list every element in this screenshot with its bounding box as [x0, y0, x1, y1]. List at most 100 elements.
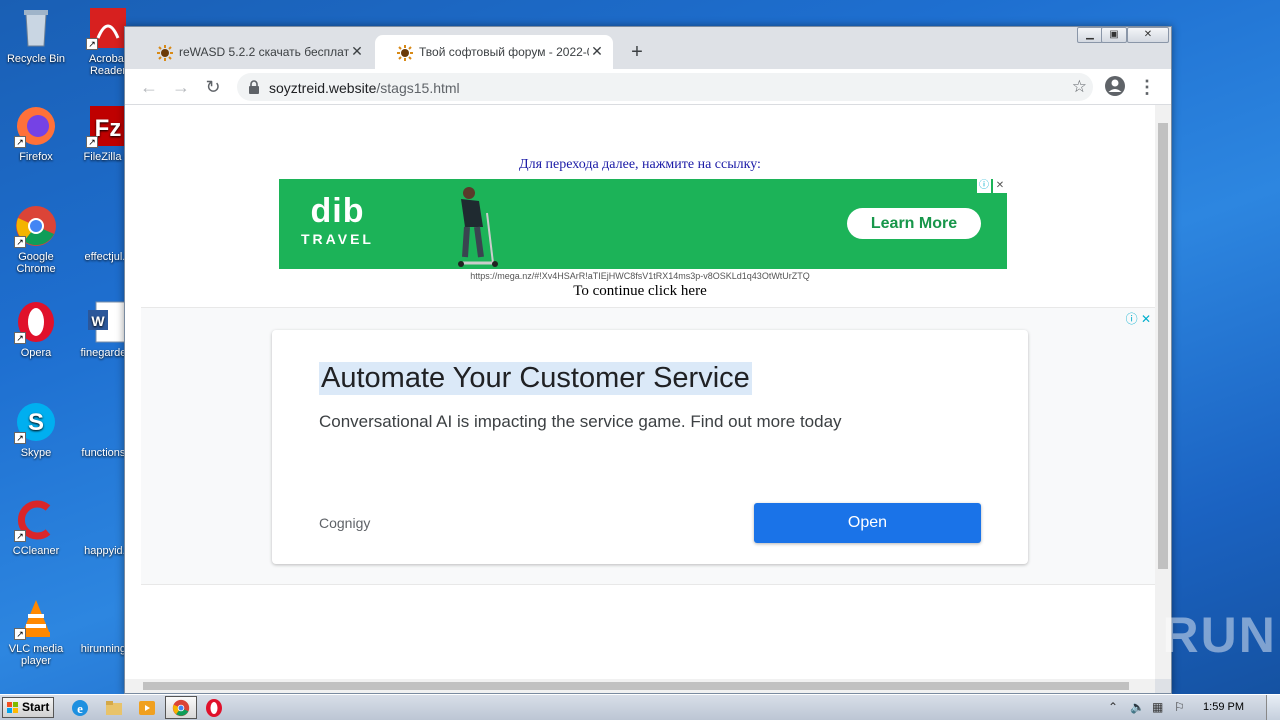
scrollbar-thumb[interactable]	[1158, 123, 1168, 569]
chrome-icon: ↗	[14, 204, 58, 248]
lock-icon	[249, 80, 259, 94]
close-tab-icon[interactable]: ✕	[349, 43, 365, 59]
ad-open-button[interactable]: Open	[754, 503, 981, 543]
desktop-icon-firefox[interactable]: ↗ Firefox	[0, 104, 72, 163]
start-button[interactable]: Start	[2, 697, 54, 718]
shortcut-arrow-icon: ↗	[14, 530, 26, 542]
maximize-button[interactable]: ▣	[1101, 27, 1127, 43]
tab-strip: reWASD 5.2.2 скачать бесплатно ✕ Твой со…	[125, 27, 1171, 69]
desktop-icon-label: Opera	[20, 347, 52, 359]
display-ad-frame: ⓘ ✕ Automate Your Customer Service Conve…	[141, 307, 1155, 585]
logo-sub: TRAVEL	[301, 231, 374, 247]
windows-flag-icon	[7, 702, 18, 713]
bookmark-star-icon[interactable]: ☆	[1072, 77, 1087, 97]
url-path: /stags15.html	[376, 80, 460, 96]
menu-kebab-icon[interactable]: ⋮	[1135, 75, 1159, 99]
tab-title: reWASD 5.2.2 скачать бесплатно	[179, 45, 349, 59]
horizontal-scrollbar[interactable]	[125, 679, 1155, 693]
sun-favicon-icon	[397, 45, 413, 61]
ad-headline[interactable]: Automate Your Customer Service	[319, 362, 752, 395]
opera-icon[interactable]	[204, 698, 224, 718]
minimize-button[interactable]: ▁	[1077, 27, 1103, 43]
tab-title: Твой софтовый форум - 2022-02-1	[419, 45, 589, 59]
learn-more-button[interactable]: Learn More	[847, 208, 981, 239]
desktop-icon-label: CCleaner	[12, 545, 60, 557]
network-icon[interactable]: ▦	[1152, 700, 1163, 714]
opera-icon: ↗	[14, 300, 58, 344]
shortcut-arrow-icon: ↗	[86, 38, 98, 50]
skype-icon: S ↗	[14, 400, 58, 444]
chrome-icon	[172, 699, 190, 717]
shortcut-arrow-icon: ↗	[14, 432, 26, 444]
continue-link[interactable]: To continue click here	[125, 283, 1155, 300]
ad-close-icon[interactable]: ✕	[993, 179, 1007, 193]
address-bar[interactable]: soyztreid.website/stags15.html ☆	[237, 73, 1093, 101]
svg-text:e: e	[77, 701, 83, 716]
shortcut-arrow-icon: ↗	[14, 332, 26, 344]
desktop-icon-ccleaner[interactable]: ↗ CCleaner	[0, 498, 72, 557]
desktop-icon-label: Recycle Bin	[6, 53, 66, 65]
ad-info-close-icons[interactable]: ⓘ ✕	[1126, 310, 1151, 327]
close-window-button[interactable]: ✕	[1127, 27, 1169, 43]
shortcut-arrow-icon: ↗	[14, 136, 26, 148]
ad-card[interactable]: Automate Your Customer Service Conversat…	[272, 330, 1028, 564]
travel-ad-banner[interactable]: dib TRAVEL Learn More ⓘ ✕	[279, 179, 1007, 269]
browser-toolbar: ← → ↻ soyztreid.website/stags15.html ☆ ⋮	[125, 69, 1171, 105]
svg-text:S: S	[28, 409, 44, 436]
system-tray: ⌃ 🔈 ▦ ⚐ 1:59 PM	[1104, 695, 1280, 720]
desktop-icon-recycle-bin[interactable]: Recycle Bin	[0, 6, 72, 65]
tab-rewasd[interactable]: reWASD 5.2.2 скачать бесплатно ✕	[135, 35, 373, 69]
volume-icon[interactable]: 🔈	[1130, 700, 1145, 714]
profile-icon[interactable]	[1103, 75, 1127, 99]
mega-link-url[interactable]: https://mega.nz/#!Xv4HSArR!aTIEjHWC8fsV1…	[125, 271, 1155, 281]
media-player-icon[interactable]	[137, 698, 157, 718]
ad-advertiser: Cognigy	[319, 515, 371, 531]
logo-main: dib	[310, 192, 365, 230]
browser-window: reWASD 5.2.2 скачать бесплатно ✕ Твой со…	[124, 26, 1172, 694]
desktop-icon-label: Google Chrome	[16, 251, 56, 275]
show-hidden-icons-icon[interactable]: ⌃	[1108, 700, 1118, 714]
ad-info-icon[interactable]: ⓘ	[977, 179, 991, 193]
desktop-icon-opera[interactable]: ↗ Opera	[0, 300, 72, 359]
clock[interactable]: 1:59 PM	[1203, 701, 1244, 713]
desktop-icon-google-chrome[interactable]: ↗ Google Chrome	[0, 204, 72, 275]
forward-arrow-icon[interactable]: →	[169, 75, 193, 99]
sun-favicon-icon	[157, 45, 173, 61]
vertical-scrollbar[interactable]	[1155, 105, 1171, 679]
show-desktop-button[interactable]	[1266, 695, 1280, 720]
file-explorer-icon[interactable]	[104, 698, 124, 718]
shortcut-arrow-icon: ↗	[14, 628, 26, 640]
scrollbar-thumb[interactable]	[143, 682, 1129, 690]
anyrun-watermark: ANY RUN	[1036, 607, 1277, 663]
recycle-bin-icon	[14, 6, 58, 50]
desktop-icon-label: VLC media player	[8, 643, 64, 667]
firefox-icon: ↗	[14, 104, 58, 148]
scooter-rider-image	[458, 187, 498, 267]
shortcut-arrow-icon: ↗	[14, 236, 26, 248]
new-tab-button[interactable]: +	[625, 41, 649, 65]
action-center-flag-icon[interactable]: ⚐	[1174, 700, 1185, 714]
svg-text:Fz: Fz	[95, 115, 122, 142]
taskbar: Start e ⌃ 🔈 ▦ ⚐ 1:59 PM	[0, 694, 1280, 720]
svg-text:W: W	[91, 313, 105, 329]
vlc-icon: ↗	[14, 596, 58, 640]
internet-explorer-icon[interactable]: e	[70, 698, 90, 718]
desktop-icon-skype[interactable]: S ↗ Skype	[0, 400, 72, 459]
start-label: Start	[22, 700, 50, 714]
desktop-icon-label: Firefox	[19, 151, 53, 163]
back-arrow-icon[interactable]: ←	[137, 75, 161, 99]
url-text: soyztreid.website/stags15.html	[269, 80, 460, 96]
dib-travel-logo: dib TRAVEL	[301, 191, 374, 247]
ad-description: Conversational AI is impacting the servi…	[319, 412, 842, 431]
reload-icon[interactable]: ↻	[201, 75, 225, 99]
page-viewport: Для перехода далее, нажмите на ссылку: d…	[125, 105, 1155, 679]
redirect-instruction: Для перехода далее, нажмите на ссылку:	[519, 157, 761, 172]
ccleaner-icon: ↗	[14, 498, 58, 542]
desktop-icon-label: Skype	[20, 447, 52, 459]
desktop-icon-vlc[interactable]: ↗ VLC media player	[0, 596, 72, 667]
close-tab-icon[interactable]: ✕	[589, 43, 605, 59]
chrome-taskbar-button[interactable]	[165, 696, 197, 719]
shortcut-arrow-icon: ↗	[86, 136, 98, 148]
url-host: soyztreid.website	[269, 80, 377, 96]
tab-softforum[interactable]: Твой софтовый форум - 2022-02-1 ✕	[375, 35, 613, 69]
